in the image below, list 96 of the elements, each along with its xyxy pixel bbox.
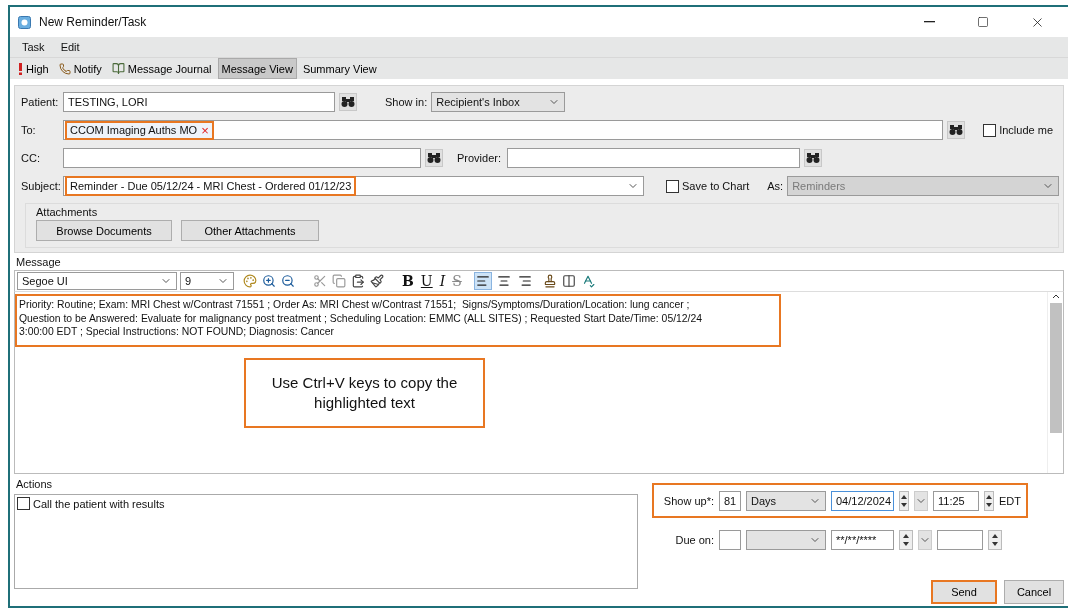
time-field[interactable]: [937, 529, 983, 550]
cc-field[interactable]: [63, 148, 421, 168]
binoculars-icon: [427, 152, 441, 164]
date-field[interactable]: **/**/****: [831, 529, 894, 550]
toolbar-button[interactable]: Notify: [54, 58, 106, 79]
checkbox-label: Call the patient with results: [33, 497, 165, 510]
app-icon: [18, 15, 31, 29]
time-field[interactable]: 11:25: [933, 490, 979, 511]
spin-button[interactable]: [988, 529, 1002, 550]
time-zone: EDT: [999, 494, 1021, 507]
search-button[interactable]: [804, 149, 822, 167]
field-label: Patient:: [21, 96, 59, 108]
book-icon: [111, 62, 125, 75]
format-button[interactable]: I: [437, 273, 448, 289]
align-button[interactable]: [473, 272, 492, 290]
font-dropdown[interactable]: Segoe UI: [17, 272, 177, 290]
spin-arrows-icon: [900, 493, 908, 508]
field-label: To:: [21, 124, 37, 136]
unit-dropdown[interactable]: [746, 529, 826, 550]
field-label: CC:: [21, 152, 41, 164]
search-button[interactable]: [425, 149, 443, 167]
align-center-icon: [496, 274, 511, 288]
scissors-icon: [313, 274, 327, 288]
spin-arrows-icon: [991, 532, 999, 547]
binoculars-icon: [949, 124, 964, 136]
zoom-in-icon: [262, 274, 276, 288]
section-label: Actions: [15, 477, 54, 492]
calendar-dropdown[interactable]: [914, 490, 928, 511]
field-label: Show in:: [385, 96, 428, 108]
search-button[interactable]: [339, 93, 357, 111]
subject-text: Reminder - Due 05/12/24 - MRI Chest - Ordered 01/12/23: [65, 176, 357, 196]
patient-field[interactable]: TESTING, LORI: [63, 92, 335, 112]
show-in-dropdown[interactable]: Recipient's Inbox: [431, 92, 566, 112]
save-to-chart-checkbox[interactable]: [666, 179, 679, 193]
checkbox-label: Include me: [999, 124, 1053, 136]
calendar-dropdown[interactable]: [918, 529, 932, 550]
group-title: Attachments: [36, 206, 99, 218]
phone-icon: [58, 62, 71, 75]
recipient-name: CCOM Imaging Auths MO: [70, 124, 198, 136]
field-label: Show up*:: [662, 494, 714, 507]
field-label: Due on:: [674, 533, 714, 546]
spin-button[interactable]: [899, 490, 909, 511]
toolbar-button[interactable]: Message Journal: [107, 58, 216, 79]
count-field[interactable]: 81: [719, 490, 741, 511]
toolbar-button[interactable]: Message View: [217, 58, 297, 79]
spin-button[interactable]: [899, 529, 913, 550]
menu-item[interactable]: Task: [16, 41, 51, 53]
scrollbar[interactable]: [1047, 292, 1063, 473]
toolbar-button[interactable]: Summary View: [298, 58, 381, 79]
minimize-icon: [923, 21, 935, 23]
toolbar-button[interactable]: High: [14, 58, 53, 79]
count-field[interactable]: [719, 529, 741, 550]
spin-button[interactable]: [984, 490, 994, 511]
columns-icon: [561, 274, 576, 288]
scroll-up-icon: [1051, 294, 1060, 299]
align-right-icon: [517, 274, 532, 288]
align-left-icon: [475, 274, 490, 288]
format-button[interactable]: B: [400, 273, 416, 289]
field-label: Provider:: [457, 152, 503, 164]
brush-icon: [370, 274, 384, 288]
palette-icon: [243, 274, 257, 288]
exclamation-icon: [18, 62, 23, 75]
cancel-button[interactable]: Cancel: [1004, 580, 1064, 604]
date-field[interactable]: 04/12/2024: [831, 490, 894, 511]
menu-item[interactable]: Edit: [54, 41, 86, 53]
action-checkbox[interactable]: [17, 497, 30, 510]
section-label: Message: [15, 255, 62, 270]
format-button[interactable]: U: [418, 273, 435, 289]
unit-dropdown[interactable]: Days: [746, 490, 826, 511]
provider-field[interactable]: [507, 148, 800, 168]
search-button[interactable]: [947, 121, 966, 139]
binoculars-icon: [341, 96, 355, 108]
attachment-button[interactable]: Browse Documents: [36, 220, 172, 241]
stamp-icon: [542, 274, 557, 288]
subject-dropdown[interactable]: Reminder - Due 05/12/24 - MRI Chest - Ordered 01/12/23: [63, 176, 644, 196]
copy-icon: [332, 274, 346, 288]
spin-arrows-icon: [985, 493, 993, 508]
font-size-dropdown[interactable]: 9: [180, 272, 234, 290]
format-button[interactable]: S: [450, 273, 464, 289]
binoculars-icon: [806, 152, 820, 164]
message-text: Priority: Routine; Exam: MRI Chest w/Contrast 71551 ; Order As: MRI Chest w/Contrast 71551; Signs/Symptoms/Duration/Location: lung cancer ; Question to be Answered: Evaluate for malignancy post treatment ; Scheduling Location: EMMC (ALL SITES) ; Requested Start Date/Time: 05/12/24 3:00:00 EDT ; Special Instructions: NOT FOUND; Diagnosis: Cancer: [15, 294, 781, 347]
attachment-button[interactable]: Other Attachments: [181, 220, 319, 241]
remove-button[interactable]: ×: [201, 123, 209, 137]
include-me-checkbox[interactable]: [983, 123, 997, 137]
callout-note: Use Ctrl+V keys to copy the highlighted text: [244, 358, 485, 428]
field-label: As:: [767, 180, 784, 192]
clipboard-icon: [351, 274, 365, 288]
checkbox-label: Save to Chart: [682, 180, 750, 192]
window-title: New Reminder/Task: [39, 15, 148, 29]
maximize-icon: [977, 16, 989, 28]
recipient-chip[interactable]: CCOM Imaging Auths MO ×: [65, 120, 214, 140]
field-label: Subject:: [21, 180, 59, 192]
zoom-out-icon: [281, 274, 295, 288]
send-button[interactable]: Send: [931, 580, 997, 604]
to-field[interactable]: CCOM Imaging Auths MO ×: [63, 120, 944, 140]
spin-arrows-icon: [902, 532, 910, 547]
